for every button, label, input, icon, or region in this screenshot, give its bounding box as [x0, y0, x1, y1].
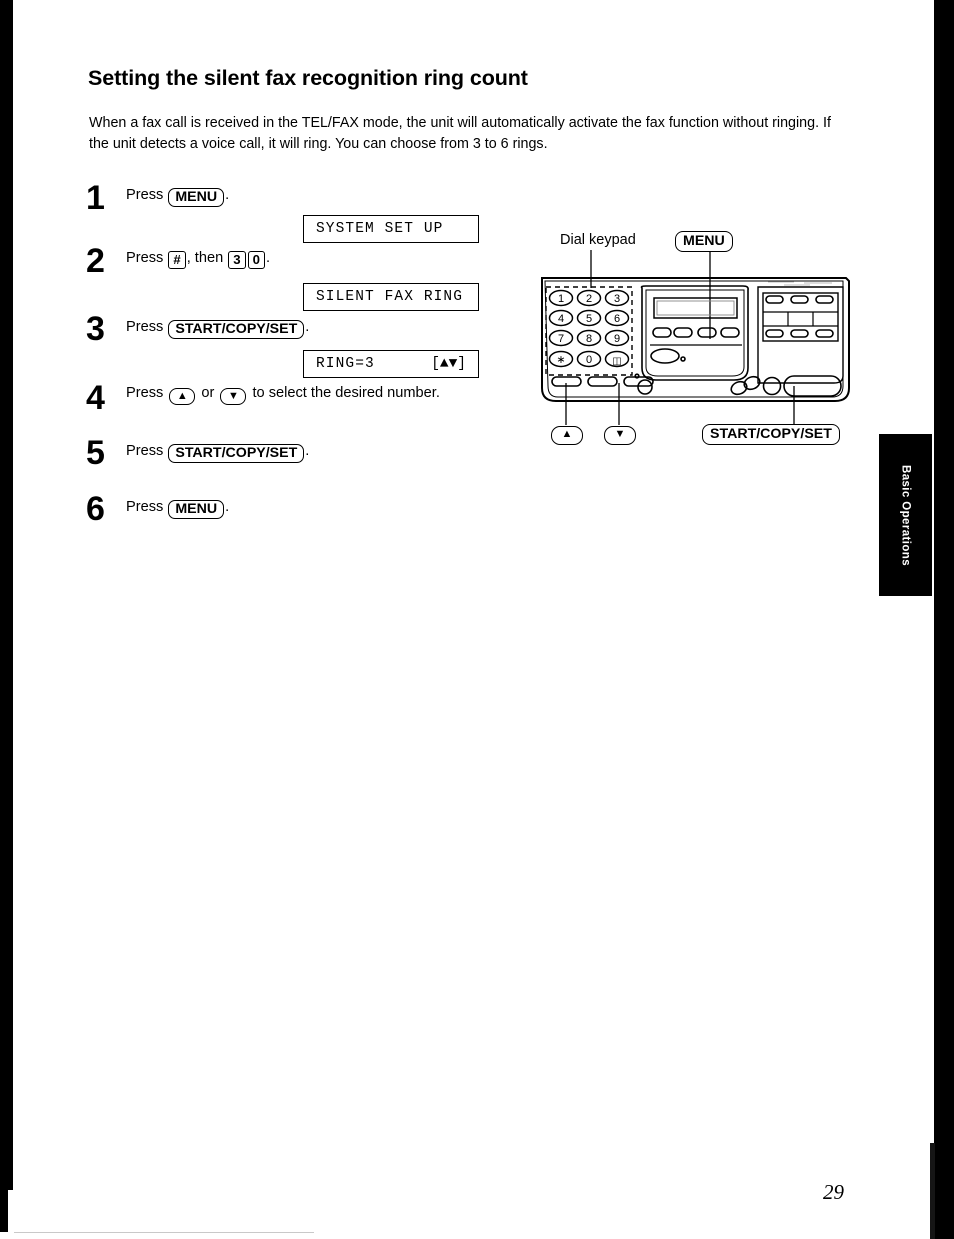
- step-5-prefix: Press: [126, 443, 168, 459]
- up-arrow-key[interactable]: ▲: [169, 388, 196, 405]
- step-5-suffix: .: [305, 443, 310, 459]
- step-number-6: 6: [86, 490, 105, 528]
- step-number-5: 5: [86, 434, 105, 472]
- page-title: Setting the silent fax recognition ring …: [88, 66, 528, 90]
- step-2-mid: , then: [186, 250, 228, 266]
- step-text-6: Press MENU.: [126, 498, 229, 519]
- fax-machine-linework: 1 2 3 4 5 6 7 8 9 ∗ 0 ◫: [541, 250, 850, 425]
- keypad-star: ∗: [556, 354, 565, 366]
- keypad-digit-4: 4: [558, 313, 564, 325]
- step-text-4: Press ▲ or ▼ to select the desired numbe…: [126, 384, 440, 405]
- keypad-digit-2: 2: [586, 293, 592, 305]
- step-2-suffix: .: [265, 250, 271, 266]
- side-tab-label-text: Basic Operations: [899, 464, 912, 566]
- menu-key[interactable]: MENU: [168, 500, 225, 519]
- lcd-1-text: SYSTEM SET UP: [316, 221, 444, 237]
- lcd-display-2: SILENT FAX RING: [303, 283, 479, 311]
- step-number-3: 3: [86, 310, 105, 348]
- step-3-suffix: .: [305, 319, 310, 335]
- step-text-3: Press START/COPY/SET.: [126, 318, 309, 339]
- keypad-digit-8: 8: [586, 333, 592, 345]
- lcd-3-right: [▲▼]: [431, 356, 466, 372]
- manual-page: Setting the silent fax recognition ring …: [0, 0, 934, 1239]
- step-3-prefix: Press: [126, 319, 168, 335]
- step-1-suffix: .: [225, 187, 230, 203]
- keypad-digit-1: 1: [558, 293, 564, 305]
- lcd-2-text: SILENT FAX RING: [316, 289, 464, 305]
- lcd-3-text: RING=3: [316, 356, 375, 372]
- keypad-digit-7: 7: [558, 333, 564, 345]
- step-text-5: Press START/COPY/SET.: [126, 442, 309, 463]
- digit-0-key[interactable]: 0: [247, 251, 265, 269]
- keypad-digit-5: 5: [586, 313, 592, 325]
- step-6-prefix: Press: [126, 499, 168, 515]
- scan-artifact-right-edge: [934, 0, 954, 1239]
- scan-artifact-right-edge-soft: [930, 1143, 935, 1239]
- step-text-2: Press #, then 30.: [126, 249, 270, 269]
- digit-3-key[interactable]: 3: [228, 251, 246, 269]
- scan-artifact-left-edge-lower: [0, 1124, 8, 1232]
- step-2-prefix: Press: [126, 250, 168, 266]
- intro-paragraph: When a fax call is received in the TEL/F…: [89, 115, 831, 152]
- page-number: 29: [823, 1180, 844, 1204]
- step-text-1: Press MENU.: [126, 186, 229, 207]
- step-4-suffix: to select the desired number.: [248, 385, 440, 401]
- keypad-digit-9: 9: [614, 333, 620, 345]
- step-number-1: 1: [86, 179, 105, 217]
- keypad-digit-0: 0: [586, 354, 592, 366]
- lcd-display-3: RING=3 [▲▼]: [303, 350, 479, 378]
- down-arrow-key[interactable]: ▼: [220, 388, 247, 405]
- menu-key[interactable]: MENU: [168, 188, 225, 207]
- side-tab-basic-operations: Basic Operations: [879, 434, 932, 596]
- lcd-display-1: SYSTEM SET UP: [303, 215, 479, 243]
- keypad-digit-3: 3: [614, 293, 620, 305]
- scan-artifact-left-edge: [0, 0, 13, 1190]
- step-1-prefix: Press: [126, 187, 168, 203]
- start-copy-set-key[interactable]: START/COPY/SET: [168, 320, 305, 339]
- step-4-prefix: Press: [126, 385, 168, 401]
- step-number-4: 4: [86, 379, 105, 417]
- step-4-mid: or: [197, 385, 219, 401]
- keypad-hash: ◫: [612, 356, 621, 367]
- fax-machine-figure: Dial keypad MENU ▲ ▼ START/COPY/SET 1 2 …: [532, 228, 872, 458]
- scan-artifact-bottom-hairline: [14, 1232, 314, 1233]
- step-number-2: 2: [86, 242, 105, 280]
- start-copy-set-key[interactable]: START/COPY/SET: [168, 444, 305, 463]
- hash-key[interactable]: #: [168, 251, 186, 269]
- step-6-suffix: .: [225, 499, 230, 515]
- keypad-digit-6: 6: [614, 313, 620, 325]
